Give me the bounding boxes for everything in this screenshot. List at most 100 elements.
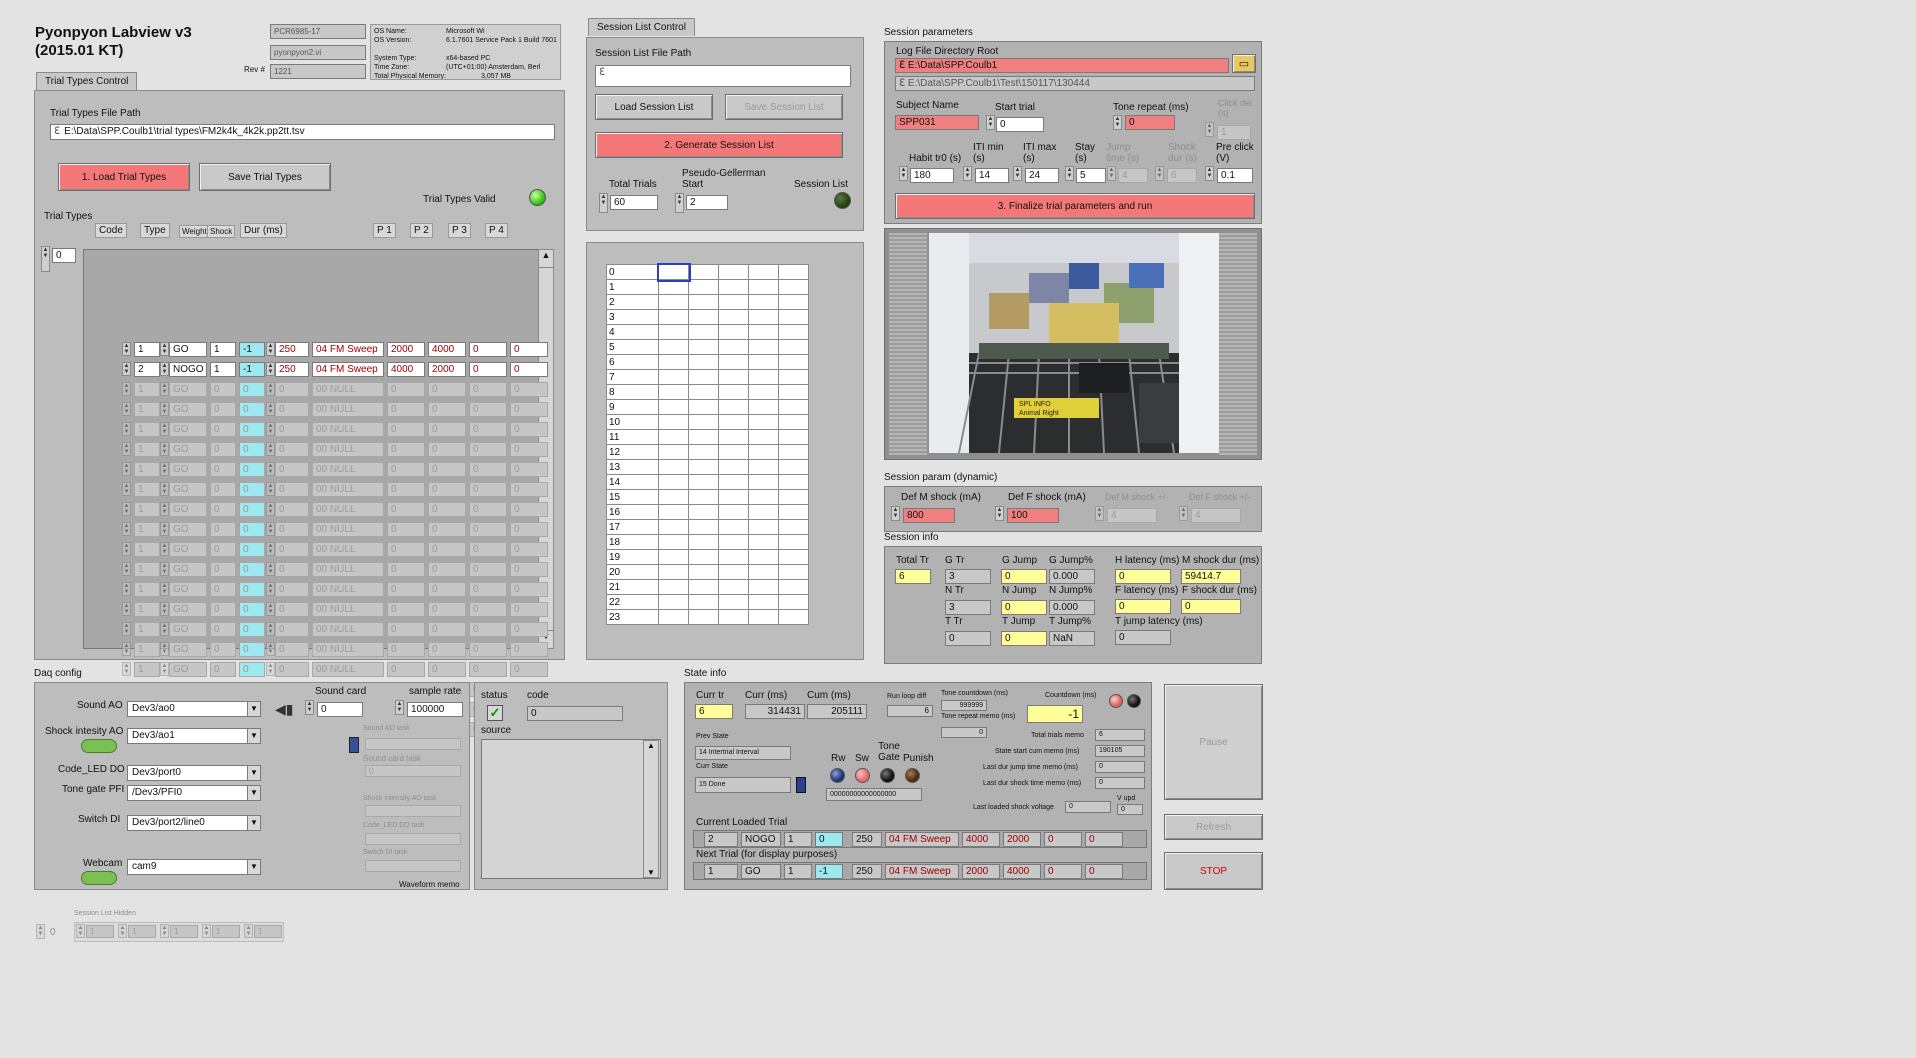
- code-enum-spinner[interactable]: ▲▼: [160, 522, 169, 536]
- iti-max-spinner[interactable]: ▲ ▼: [1013, 166, 1022, 181]
- session-list-cell[interactable]: [658, 429, 689, 445]
- session-list-cell[interactable]: [688, 414, 719, 430]
- code-spinner[interactable]: ▲▼: [122, 622, 131, 636]
- trial-type-name[interactable]: 00 NULL: [312, 662, 384, 677]
- trial-type-row[interactable]: ▲▼▲▼▲▼1GO00000 NULL0000: [119, 501, 571, 519]
- trial-type-shock[interactable]: 0: [239, 522, 265, 537]
- source-textbox[interactable]: [481, 739, 661, 879]
- session-list-cell[interactable]: [688, 294, 719, 310]
- dur-spinner[interactable]: ▲▼: [266, 462, 275, 476]
- session-list-cell[interactable]: [778, 504, 809, 520]
- dur-spinner[interactable]: ▲▼: [266, 502, 275, 516]
- trial-type-p4[interactable]: 0: [510, 562, 548, 577]
- trial-type-type[interactable]: GO: [169, 482, 207, 497]
- trial-type-p1[interactable]: 0: [387, 482, 425, 497]
- trial-type-row[interactable]: ▲▼▲▼▲▼1GO00000 NULL0000: [119, 661, 571, 679]
- session-list-cell[interactable]: [658, 549, 689, 565]
- dur-spinner[interactable]: ▲▼: [266, 622, 275, 636]
- trial-type-p3[interactable]: 0: [469, 562, 507, 577]
- tone-pfi-select[interactable]: /Dev3/PFI0 ▼: [127, 785, 261, 801]
- trial-type-dur[interactable]: 0: [275, 402, 309, 417]
- trial-type-shock[interactable]: 0: [239, 622, 265, 637]
- code-enum-spinner[interactable]: ▲▼: [160, 482, 169, 496]
- trial-type-dur[interactable]: 0: [275, 502, 309, 517]
- trial-type-p3[interactable]: 0: [469, 542, 507, 557]
- trial-type-p2[interactable]: 0: [428, 662, 466, 677]
- hidden-value-spinner[interactable]: ▲ ▼: [244, 924, 253, 938]
- session-list-cell[interactable]: [718, 519, 749, 535]
- trial-type-name[interactable]: 00 NULL: [312, 422, 384, 437]
- trial-type-p1[interactable]: 0: [387, 462, 425, 477]
- session-list-cell[interactable]: [778, 279, 809, 295]
- trial-type-dur[interactable]: 0: [275, 542, 309, 557]
- session-list-row[interactable]: 19: [606, 549, 809, 565]
- session-list-cell[interactable]: [778, 519, 809, 535]
- session-list-cell[interactable]: [688, 369, 719, 385]
- pause-button[interactable]: Pause: [1164, 684, 1263, 800]
- trial-type-p3[interactable]: 0: [469, 342, 507, 357]
- trial-type-code[interactable]: 1: [134, 382, 160, 397]
- trial-type-weight[interactable]: 0: [210, 582, 236, 597]
- log-root-path[interactable]: ℇ E:\Data\SPP.Coulb1: [895, 58, 1229, 73]
- trial-type-code[interactable]: 1: [134, 622, 160, 637]
- code-spinner[interactable]: ▲▼: [122, 642, 131, 656]
- trial-types-index[interactable]: 0: [52, 248, 76, 263]
- trial-type-dur[interactable]: 0: [275, 482, 309, 497]
- dur-spinner[interactable]: ▲▼: [266, 362, 275, 376]
- session-list-cell[interactable]: [718, 489, 749, 505]
- session-list-cell[interactable]: [748, 354, 779, 370]
- session-list-cell[interactable]: [748, 429, 779, 445]
- session-list-cell[interactable]: [718, 549, 749, 565]
- session-list-cell[interactable]: [778, 489, 809, 505]
- session-list-cell[interactable]: [688, 474, 719, 490]
- session-list-cell[interactable]: [718, 609, 749, 625]
- trial-type-p2[interactable]: 0: [428, 562, 466, 577]
- pseudo-gellerman-spinner[interactable]: ▲ ▼: [675, 193, 684, 213]
- tab-session-list-control[interactable]: Session List Control: [588, 18, 695, 36]
- session-list-cell[interactable]: [718, 414, 749, 430]
- trial-type-p1[interactable]: 0: [387, 442, 425, 457]
- total-trials-input[interactable]: 60: [610, 195, 658, 210]
- trial-type-row[interactable]: ▲ ▼ ▲ ▼ ▲ ▼ 2 NOGO 1 -1 250 04 FM Sweep 4000 2000 0 0: [119, 361, 571, 379]
- tone-repeat-input[interactable]: 0: [1125, 115, 1175, 130]
- code-task-field[interactable]: [365, 833, 461, 845]
- trial-type-p2[interactable]: 0: [428, 542, 466, 557]
- trial-type-row[interactable]: ▲▼▲▼▲▼1GO00000 NULL0000: [119, 541, 571, 559]
- webcam-select[interactable]: cam9 ▼: [127, 859, 261, 875]
- shock-dur-input[interactable]: 6: [1167, 168, 1197, 183]
- trial-type-code[interactable]: 1: [134, 422, 160, 437]
- trial-type-p1[interactable]: 0: [387, 662, 425, 677]
- session-list-row[interactable]: 17: [606, 519, 809, 535]
- session-list-cell[interactable]: [718, 324, 749, 340]
- session-list-cell[interactable]: [658, 459, 689, 475]
- trial-type-weight[interactable]: 0: [210, 562, 236, 577]
- session-list-cell[interactable]: [778, 609, 809, 625]
- stop-button[interactable]: STOP: [1164, 852, 1263, 890]
- trial-type-dur[interactable]: 0: [275, 662, 309, 677]
- trial-type-code[interactable]: 1: [134, 482, 160, 497]
- trial-type-weight[interactable]: 0: [210, 422, 236, 437]
- def-f-shock-spinner[interactable]: ▲ ▼: [995, 506, 1004, 521]
- session-list-cell[interactable]: [688, 519, 719, 535]
- session-list-cell[interactable]: [718, 564, 749, 580]
- sound-ao-task-field[interactable]: [365, 738, 461, 750]
- trial-type-name[interactable]: 00 NULL: [312, 482, 384, 497]
- session-list-cell[interactable]: [778, 564, 809, 580]
- session-list-cell[interactable]: [748, 609, 779, 625]
- scroll-up-icon[interactable]: ▲: [539, 250, 553, 268]
- session-list-cell[interactable]: [718, 339, 749, 355]
- trial-type-type[interactable]: GO: [169, 342, 207, 357]
- dur-spinner[interactable]: ▲▼: [266, 522, 275, 536]
- trial-type-p4[interactable]: 0: [510, 602, 548, 617]
- code-enum-spinner[interactable]: ▲▼: [160, 422, 169, 436]
- session-list-cell[interactable]: [748, 504, 779, 520]
- trial-type-p2[interactable]: 0: [428, 502, 466, 517]
- def-m-shock-spinner[interactable]: ▲ ▼: [891, 506, 900, 521]
- dur-spinner[interactable]: ▲▼: [266, 562, 275, 576]
- session-list-cell[interactable]: [688, 549, 719, 565]
- session-list-file-path[interactable]: ℇ: [595, 65, 851, 87]
- trial-type-weight[interactable]: 0: [210, 482, 236, 497]
- code-spinner[interactable]: ▲▼: [122, 522, 131, 536]
- session-list-cell[interactable]: [688, 279, 719, 295]
- habit-input[interactable]: 180: [910, 168, 954, 183]
